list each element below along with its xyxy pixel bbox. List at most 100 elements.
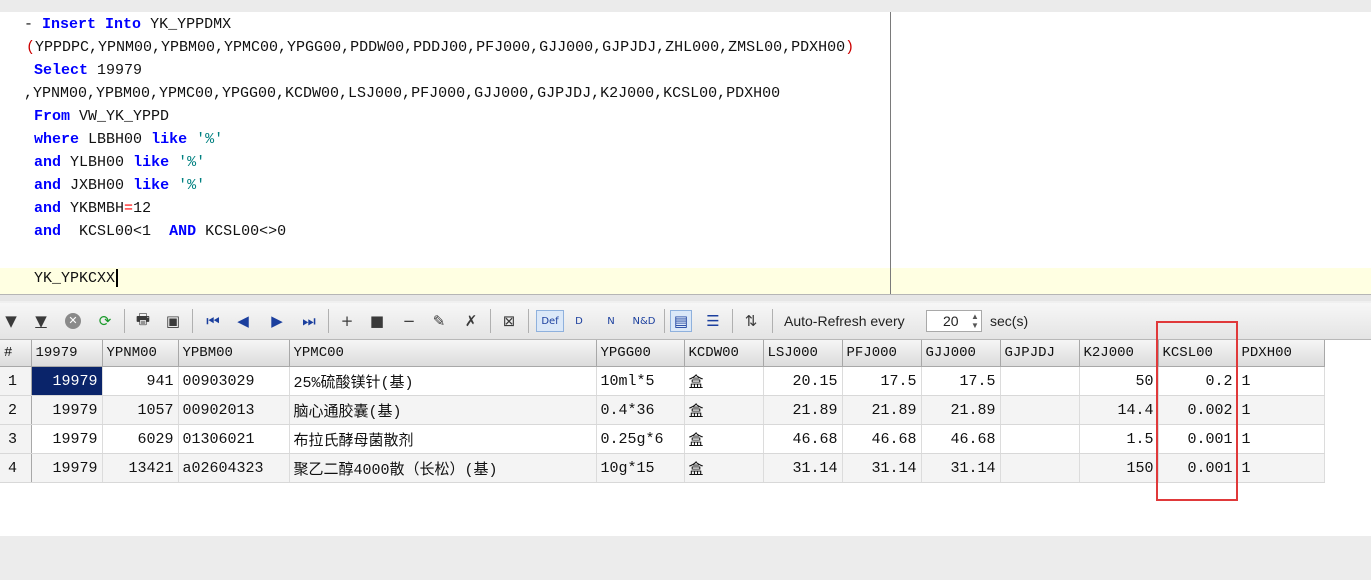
table-cell[interactable]: a02604323 (178, 453, 290, 483)
column-header[interactable]: YPBM00 (178, 340, 290, 367)
insert-record-icon[interactable]: + (336, 310, 358, 332)
table-cell[interactable] (1000, 424, 1080, 454)
table-cell[interactable]: 50 (1079, 366, 1159, 396)
table-cell[interactable]: 盒 (684, 424, 764, 454)
print-icon[interactable]: 🖶 (132, 310, 154, 332)
delete-record-icon[interactable]: − (398, 310, 420, 332)
table-cell[interactable]: 1 (1237, 453, 1325, 483)
table-cell[interactable]: 941 (102, 366, 179, 396)
refresh-icon[interactable]: ⟳ (94, 310, 116, 332)
table-cell[interactable]: 20.15 (763, 366, 843, 396)
spinner-arrows-icon[interactable]: ▲ ▼ (971, 312, 979, 330)
table-cell[interactable]: 150 (1079, 453, 1159, 483)
grid-view-icon[interactable]: ▤ (670, 310, 692, 332)
table-cell[interactable]: 21.89 (842, 395, 922, 425)
table-cell[interactable]: 00903029 (178, 366, 290, 396)
table-cell[interactable]: 脑心通胶囊(基) (289, 395, 597, 425)
table-cell[interactable]: 31.14 (763, 453, 843, 483)
column-header[interactable]: YPNM00 (102, 340, 179, 367)
table-cell[interactable]: 19979 (31, 453, 103, 483)
column-header[interactable]: YPGG00 (596, 340, 685, 367)
table-cell[interactable]: 0.4*36 (596, 395, 685, 425)
table-cell[interactable]: 1 (1237, 366, 1325, 396)
table-cell[interactable]: 01306021 (178, 424, 290, 454)
table-cell[interactable]: 盒 (684, 366, 764, 396)
cancel-icon[interactable]: ✕ (62, 310, 84, 332)
sql-line-3: Select 19979 (34, 62, 143, 79)
column-header[interactable]: KCDW00 (684, 340, 764, 367)
clear-icon[interactable]: ⊠ (498, 310, 520, 332)
table-cell[interactable] (1000, 366, 1080, 396)
table-cell[interactable]: 46.68 (921, 424, 1001, 454)
current-line-highlight (0, 268, 1371, 294)
save-icon[interactable]: ▣ (162, 310, 184, 332)
table-cell[interactable] (1000, 453, 1080, 483)
table-cell[interactable]: 10ml*5 (596, 366, 685, 396)
table-cell[interactable]: 00902013 (178, 395, 290, 425)
column-header[interactable]: # (0, 340, 32, 367)
text-caret (116, 269, 119, 288)
clear-filter-icon[interactable]: ▼ (30, 310, 52, 332)
table-cell[interactable]: 10g*15 (596, 453, 685, 483)
table-cell[interactable]: 17.5 (842, 366, 922, 396)
d-view-button[interactable]: D (568, 310, 590, 332)
table-cell[interactable]: 14.4 (1079, 395, 1159, 425)
table-cell[interactable]: 46.68 (842, 424, 922, 454)
table-cell[interactable]: 1 (1237, 395, 1325, 425)
last-record-icon[interactable]: ⏭ (298, 310, 320, 332)
column-header[interactable]: YPMC00 (289, 340, 597, 367)
sql-line-4: ,YPNM00,YPBM00,YPMC00,YPGG00,KCDW00,LSJ0… (24, 85, 781, 102)
sql-line-12: YK_YPKCXX (34, 267, 119, 290)
table-cell[interactable]: 19979 (31, 366, 103, 396)
post-edit-icon[interactable]: ✎ (428, 310, 450, 332)
editor-splitter[interactable] (0, 294, 1371, 301)
sql-line-6: where LBBH00 like '%' (34, 131, 224, 148)
table-cell[interactable]: 21.89 (921, 395, 1001, 425)
def-view-button[interactable]: Def (536, 310, 564, 332)
table-cell[interactable]: 25%硫酸镁针(基) (289, 366, 597, 396)
column-header[interactable]: GJJ000 (921, 340, 1001, 367)
n-view-button[interactable]: N (600, 310, 622, 332)
result-grid: # 19979 YPNM00 YPBM00 YPMC00 YPGG00 KCDW… (0, 340, 1325, 483)
filter-icon[interactable]: ▼ (0, 310, 22, 332)
table-cell[interactable]: 17.5 (921, 366, 1001, 396)
table-cell[interactable]: 31.14 (842, 453, 922, 483)
table-cell[interactable]: 布拉氏酵母菌散剂 (289, 424, 597, 454)
column-header[interactable]: GJPJDJ (1000, 340, 1080, 367)
auto-refresh-icon[interactable]: ⇅ (740, 310, 762, 332)
table-row[interactable]: 4 19979 13421 a02604323 聚乙二醇4000散（长松）(基)… (0, 453, 1325, 483)
column-header[interactable]: LSJ000 (763, 340, 843, 367)
table-cell[interactable]: 13421 (102, 453, 179, 483)
column-header[interactable]: PFJ000 (842, 340, 922, 367)
table-cell[interactable]: 盒 (684, 453, 764, 483)
nd-view-button[interactable]: N&D (630, 310, 658, 332)
table-cell[interactable] (1000, 395, 1080, 425)
table-cell[interactable]: 盒 (684, 395, 764, 425)
table-row[interactable]: 3 19979 6029 01306021 布拉氏酵母菌散剂 0.25g*6 盒… (0, 424, 1325, 454)
table-cell[interactable]: 19979 (31, 395, 103, 425)
table-cell[interactable]: 19979 (31, 424, 103, 454)
previous-record-icon[interactable]: ◀ (232, 310, 254, 332)
next-record-icon[interactable]: ▶ (266, 310, 288, 332)
table-cell[interactable]: 6029 (102, 424, 179, 454)
table-cell[interactable]: 46.68 (763, 424, 843, 454)
column-header[interactable]: 19979 (31, 340, 103, 367)
table-cell[interactable]: 1057 (102, 395, 179, 425)
table-cell[interactable]: 21.89 (763, 395, 843, 425)
sql-editor[interactable]: - Insert Into YK_YPPDMX (YPPDPC,YPNM00,Y… (0, 12, 1371, 301)
right-margin-line (890, 12, 891, 294)
table-cell[interactable]: 聚乙二醇4000散（长松）(基) (289, 453, 597, 483)
first-record-icon[interactable]: ⏮ (202, 310, 224, 332)
column-header[interactable]: PDXH00 (1237, 340, 1325, 367)
table-row[interactable]: 1 19979 941 00903029 25%硫酸镁针(基) 10ml*5 盒… (0, 366, 1325, 396)
form-view-icon[interactable]: ☰ (702, 310, 724, 332)
edit-record-icon[interactable]: ■ (366, 310, 388, 332)
table-row[interactable]: 2 19979 1057 00902013 脑心通胶囊(基) 0.4*36 盒 … (0, 395, 1325, 425)
table-cell[interactable]: 1.5 (1079, 424, 1159, 454)
table-cell[interactable]: 0.25g*6 (596, 424, 685, 454)
cancel-edit-icon[interactable]: ✗ (460, 310, 482, 332)
table-cell[interactable]: 1 (1237, 424, 1325, 454)
table-cell[interactable]: 31.14 (921, 453, 1001, 483)
kcsl00-highlight-box (1156, 321, 1238, 501)
column-header[interactable]: K2J000 (1079, 340, 1159, 367)
